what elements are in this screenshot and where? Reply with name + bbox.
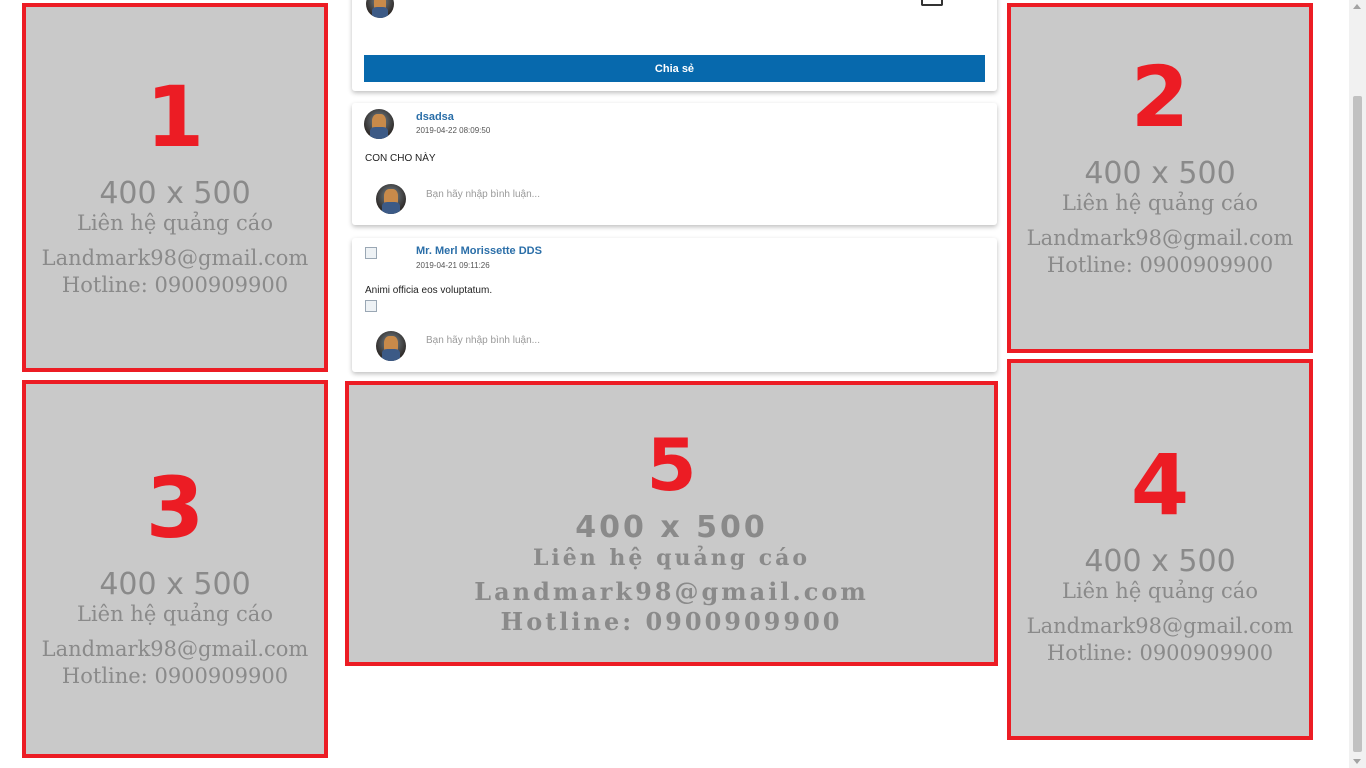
share-button[interactable]: Chia sẻ (364, 55, 985, 82)
ad-email: Landmark98@gmail.com (1026, 614, 1294, 639)
post-timestamp: 2019-04-21 09:11:26 (416, 261, 490, 270)
ad-number: 2 (1130, 48, 1190, 146)
ad-hotline: Hotline: 0900909900 (1046, 252, 1274, 277)
post-timestamp: 2019-04-22 08:09:50 (416, 126, 491, 135)
ad-number: 4 (1130, 436, 1190, 534)
ad-banner-2[interactable]: 2 400 x 500 Liên hệ quảng cáo Landmark98… (1007, 3, 1313, 353)
ad-email: Landmark98@gmail.com (474, 576, 869, 606)
ad-banner-3[interactable]: 3 400 x 500 Liên hệ quảng cáo Landmark98… (22, 380, 328, 758)
comment-input[interactable] (426, 187, 966, 201)
ad-number: 3 (145, 459, 205, 557)
ad-size: 400 x 500 (99, 567, 251, 602)
commenter-avatar (376, 184, 406, 214)
ad-size: 400 x 500 (1084, 544, 1236, 579)
scroll-up-arrow-icon[interactable] (1353, 4, 1361, 9)
comment-input[interactable] (426, 333, 966, 347)
ad-email: Landmark98@gmail.com (1026, 226, 1294, 251)
ad-banner-5[interactable]: 5 400 x 500 Liên hệ quảng cáo Landmark98… (345, 381, 998, 666)
post-author-avatar-broken-image-icon[interactable] (365, 247, 377, 259)
ad-contact: Liên hệ quảng cáo (77, 602, 273, 626)
post-card: dsadsa 2019-04-22 08:09:50 CON CHO NÀY (352, 103, 997, 225)
ad-size: 400 x 500 (1084, 156, 1236, 191)
post-card: Mr. Merl Morissette DDS 2019-04-21 09:11… (352, 238, 997, 372)
scroll-down-arrow-icon[interactable] (1353, 759, 1361, 764)
commenter-avatar (376, 331, 406, 361)
ad-email: Landmark98@gmail.com (41, 637, 309, 662)
scrollbar-thumb[interactable] (1353, 96, 1362, 752)
ad-banner-4[interactable]: 4 400 x 500 Liên hệ quảng cáo Landmark98… (1007, 359, 1313, 740)
page-scrollbar[interactable] (1349, 0, 1366, 768)
ad-email: Landmark98@gmail.com (41, 246, 309, 271)
ad-size: 400 x 500 (99, 176, 251, 211)
ad-size: 400 x 500 (575, 510, 768, 545)
ad-banner-1[interactable]: 1 400 x 500 Liên hệ quảng cáo Landmark98… (22, 3, 328, 372)
post-author-avatar[interactable] (364, 109, 394, 139)
ad-hotline: Hotline: 0900909900 (1046, 640, 1274, 665)
ad-contact: Liên hệ quảng cáo (532, 545, 811, 571)
ad-number: 5 (646, 423, 697, 507)
post-author-link[interactable]: dsadsa (416, 111, 454, 123)
ad-hotline: Hotline: 0900909900 (500, 606, 843, 636)
post-content: CON CHO NÀY (365, 153, 436, 164)
ad-hotline: Hotline: 0900909900 (61, 272, 289, 297)
post-composer: Chia sẻ (352, 0, 997, 91)
post-author-link[interactable]: Mr. Merl Morissette DDS (416, 245, 542, 257)
ad-contact: Liên hệ quảng cáo (1062, 191, 1258, 215)
page: 1 400 x 500 Liên hệ quảng cáo Landmark98… (0, 0, 1366, 768)
composer-avatar (366, 0, 394, 18)
post-content: Animi officia eos voluptatum. (365, 285, 493, 296)
ad-number: 1 (145, 68, 205, 166)
post-image-broken-image-icon (365, 300, 377, 312)
image-upload-icon[interactable] (921, 0, 943, 6)
ad-hotline: Hotline: 0900909900 (61, 663, 289, 688)
ad-contact: Liên hệ quảng cáo (1062, 579, 1258, 603)
ad-contact: Liên hệ quảng cáo (77, 211, 273, 235)
